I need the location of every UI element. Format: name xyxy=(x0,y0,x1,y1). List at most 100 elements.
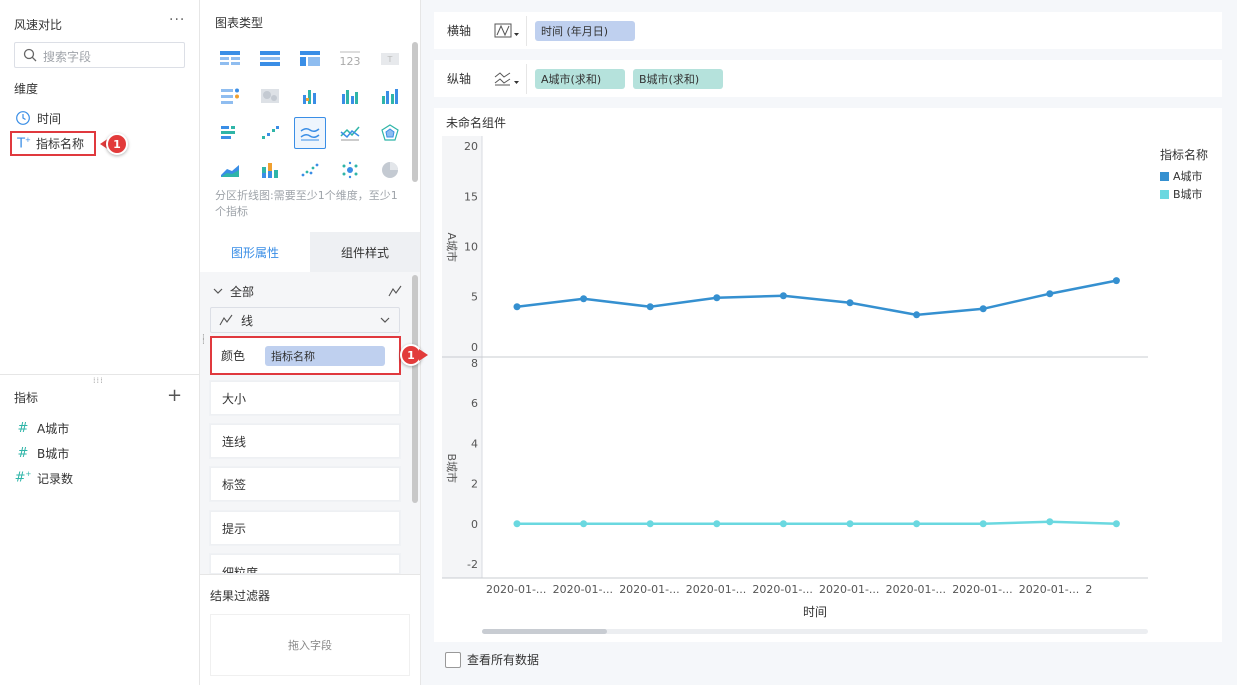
chart-type-scrollbar[interactable] xyxy=(412,42,418,182)
metric-label: 记录数 xyxy=(37,471,74,486)
radar-chart-icon[interactable] xyxy=(370,114,410,151)
data-point xyxy=(846,299,854,307)
metric-field-a[interactable]: # A城市 xyxy=(14,418,70,438)
y-axis-field-tag-b[interactable]: B城市(求和) xyxy=(633,68,723,89)
legend-label: B城市 xyxy=(1173,188,1203,201)
x-axis-sort-icon[interactable] xyxy=(487,15,527,46)
data-point xyxy=(779,292,787,300)
x-tick-label: 2020-01-... xyxy=(752,583,812,596)
data-point xyxy=(979,520,987,528)
color-property[interactable]: 颜色 指标名称 xyxy=(210,336,401,375)
cross-table-icon[interactable] xyxy=(290,40,330,77)
x-tick-label: 2020-01-... xyxy=(686,583,746,596)
dimension-field-time[interactable]: 时间 xyxy=(14,108,61,128)
clock-icon xyxy=(16,111,30,125)
y-tick-label: 4 xyxy=(471,437,478,450)
drag-handle-icon[interactable]: ⁞⁞⁞ xyxy=(93,376,104,385)
heatmap-chart-icon[interactable] xyxy=(250,77,290,114)
pie-chart-icon[interactable] xyxy=(370,151,410,188)
connect-line-property[interactable]: 连线 xyxy=(210,424,400,458)
property-scrollbar[interactable] xyxy=(412,275,418,503)
tooltip-property[interactable]: 提示 xyxy=(210,511,400,545)
y-axis-bar: 纵轴 A城市(求和) B城市(求和) xyxy=(434,60,1222,97)
data-point xyxy=(1112,520,1120,528)
x-tick-label: 2 xyxy=(1085,583,1092,596)
granularity-property[interactable]: 细粒度 xyxy=(210,554,400,574)
more-icon[interactable]: ··· xyxy=(169,12,185,28)
tab-component-style[interactable]: 组件样式 xyxy=(310,232,420,272)
x-tick-label: 2020-01-... xyxy=(619,583,679,596)
hash-icon: # xyxy=(17,445,29,461)
metric-field-count[interactable]: #+ 记录数 xyxy=(14,468,73,488)
legend-item-a[interactable]: A城市 xyxy=(1160,168,1203,184)
mark-type-select[interactable]: 线 xyxy=(210,307,400,333)
drag-handle-icon[interactable]: ⁞ ⁞ xyxy=(202,334,205,347)
x-tick-label: 2020-01-... xyxy=(553,583,613,596)
data-point xyxy=(779,520,787,528)
x-axis-field-tag[interactable]: 时间 (年月日) xyxy=(535,20,635,41)
filter-drop-zone[interactable]: 拖入字段 xyxy=(210,614,410,676)
x-tick-label: 2020-01-... xyxy=(486,583,546,596)
horizontal-bar-icon[interactable] xyxy=(210,114,250,151)
multi-bar-icon[interactable] xyxy=(330,77,370,114)
line-mark-icon xyxy=(388,285,402,297)
bubble-chart-icon[interactable] xyxy=(330,151,370,188)
component-title[interactable]: 未命名组件 xyxy=(434,108,1222,136)
text-chart-icon[interactable]: T xyxy=(370,40,410,77)
checkbox-box[interactable] xyxy=(445,651,461,668)
data-point xyxy=(713,294,721,302)
group-table-icon[interactable] xyxy=(250,40,290,77)
y-tick-label: -2 xyxy=(467,558,478,571)
line-chart: 0 5 10 15 20 A城市 -2 0 2 4 6 8 B城市 2020-01-... 2020-01-… xyxy=(442,136,1222,642)
label-property[interactable]: 标签 xyxy=(210,467,400,501)
chart-mask xyxy=(1148,136,1222,642)
tab-graph-properties[interactable]: 图形属性 xyxy=(200,232,310,272)
size-property[interactable]: 大小 xyxy=(210,381,400,415)
view-all-data-checkbox[interactable]: 查看所有数据 xyxy=(445,651,539,668)
mark-type-value: 线 xyxy=(241,313,254,328)
area-line-chart-icon[interactable] xyxy=(294,116,326,149)
y-tick-label: 6 xyxy=(471,397,478,410)
dimensions-label: 维度 xyxy=(14,82,39,96)
x-axis-title: 时间 xyxy=(803,605,827,619)
dimension-field-indicator-name[interactable]: T+ 指标名称 xyxy=(10,131,96,156)
chart-type-description: 分区折线图:需要至少1个维度，至少1个指标 xyxy=(215,189,398,218)
chart-horizontal-scrollbar[interactable] xyxy=(482,629,1148,634)
table-chart-icon[interactable] xyxy=(210,40,250,77)
range-bar-icon[interactable] xyxy=(250,114,290,151)
area-chart-icon[interactable] xyxy=(210,151,250,188)
dot-matrix-icon[interactable] xyxy=(210,77,250,114)
search-placeholder: 搜索字段 xyxy=(43,50,92,64)
stacked-bar-icon[interactable] xyxy=(250,151,290,188)
all-marks-header[interactable]: 全部 xyxy=(212,282,402,300)
metric-label: B城市 xyxy=(37,446,70,461)
add-metric-icon[interactable]: + xyxy=(167,385,182,406)
line-mark-icon xyxy=(219,314,233,326)
y-axis-field-tag-a[interactable]: A城市(求和) xyxy=(535,68,625,89)
color-field-pill[interactable]: 指标名称 xyxy=(265,345,386,366)
panel-splitter[interactable] xyxy=(0,374,200,375)
series-line xyxy=(517,520,1117,526)
field-panel: 风速对比 ··· 搜索字段 维度 时间 T+ 指标名称 ⁞⁞⁞ 指标 + # A… xyxy=(0,0,200,685)
chart-container: 0 5 10 15 20 A城市 -2 0 2 4 6 8 B城市 2020-01-... 2020-01-… xyxy=(434,136,1222,642)
data-point xyxy=(913,311,921,319)
metric-field-b[interactable]: # B城市 xyxy=(14,443,70,463)
y-tick-label: 2 xyxy=(471,478,478,491)
scatter-bar-icon[interactable] xyxy=(290,77,330,114)
x-axis-bar: 横轴 时间 (年月日) xyxy=(434,12,1222,49)
grouped-bar-icon[interactable] xyxy=(370,77,410,114)
legend-item-b[interactable]: B城市 xyxy=(1160,186,1203,202)
y-tick-label: 0 xyxy=(471,518,478,531)
y-axis-sort-icon[interactable] xyxy=(487,63,527,94)
x-axis-label: 横轴 xyxy=(447,24,472,38)
kpi-card-icon[interactable]: 123 xyxy=(330,40,370,77)
scrollbar-thumb[interactable] xyxy=(482,629,607,634)
legend-label: A城市 xyxy=(1173,170,1203,183)
data-point xyxy=(913,520,921,528)
hash-count-icon: #+ xyxy=(14,470,32,486)
scatter-chart-icon[interactable] xyxy=(290,151,330,188)
y-axis-title: A城市 xyxy=(445,233,459,263)
data-point xyxy=(513,520,521,528)
line-chart-icon[interactable] xyxy=(330,114,370,151)
search-input[interactable]: 搜索字段 xyxy=(14,42,185,68)
